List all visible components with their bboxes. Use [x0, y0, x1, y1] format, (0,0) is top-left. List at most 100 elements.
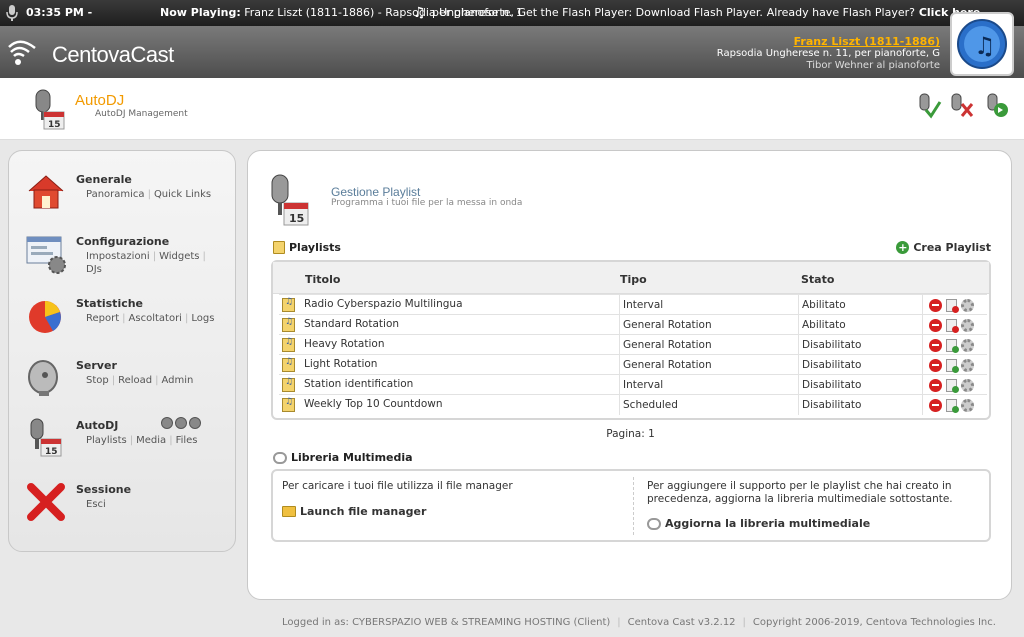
sidebar-link-esci[interactable]: Esci: [86, 499, 106, 510]
folder-icon: [282, 506, 296, 517]
enable-icon[interactable]: [946, 338, 959, 353]
centova-logo[interactable]: CentovaCast: [8, 38, 174, 72]
link-icon: [273, 451, 287, 464]
sidebar-link-panoramica[interactable]: Panoramica: [86, 189, 145, 200]
disable-icon[interactable]: [946, 318, 959, 333]
sidebar-link-playlists[interactable]: Playlists: [86, 435, 127, 446]
delete-icon[interactable]: [929, 338, 942, 352]
table-row: Light Rotation General Rotation Disabili…: [279, 354, 987, 375]
sidebar-link-logs[interactable]: Logs: [191, 313, 214, 324]
itunes-icon[interactable]: ♫: [950, 12, 1014, 76]
table-row: Radio Cyberspazio Multilingua Interval A…: [279, 294, 987, 315]
playlist-title[interactable]: Standard Rotation: [304, 318, 399, 330]
sidebar-section-name: Server: [76, 359, 117, 372]
red-x-icon: [27, 483, 65, 521]
now-playing-bar: 03:35 PM - Now Playing: Franz Liszt (181…: [0, 0, 1024, 26]
sidebar-section-name: Configurazione: [76, 235, 170, 248]
delete-icon[interactable]: [929, 298, 942, 312]
main-panel: 15 Gestione Playlist Programma i tuoi fi…: [247, 150, 1012, 600]
home-icon: [28, 175, 64, 209]
current-time: 03:35 PM -: [26, 6, 93, 19]
gear-icon[interactable]: [961, 298, 974, 312]
delete-icon[interactable]: [929, 378, 942, 392]
mic-cancel-icon[interactable]: [948, 92, 976, 120]
column-header-type[interactable]: Tipo: [620, 273, 647, 286]
playlist-title[interactable]: Radio Cyberspazio Multilingua: [304, 298, 463, 310]
table-row: Heavy Rotation General Rotation Disabili…: [279, 334, 987, 355]
link-icon: [647, 517, 661, 530]
sidebar: Generale Panoramica | Quick Links Configur…: [8, 150, 236, 552]
enable-icon[interactable]: [946, 378, 959, 393]
sidebar-link-admin[interactable]: Admin: [162, 375, 194, 386]
playlist-title[interactable]: Light Rotation: [304, 358, 377, 370]
enable-icon[interactable]: [946, 398, 959, 413]
sidebar-links: Esci: [86, 498, 226, 511]
mic-check-icon[interactable]: [914, 92, 942, 120]
playlist-type: Scheduled: [619, 395, 678, 415]
delete-icon[interactable]: [929, 358, 942, 372]
update-library-button[interactable]: Aggiorna la libreria multimediale: [647, 517, 870, 530]
svg-text:15: 15: [289, 212, 304, 225]
sidebar-link-widgets[interactable]: Widgets: [159, 251, 199, 262]
divider: [633, 477, 634, 535]
enable-icon[interactable]: [946, 358, 959, 373]
sidebar-link-quick-links[interactable]: Quick Links: [154, 189, 211, 200]
page-subtitle: Programma i tuoi file per la messa in on…: [331, 198, 523, 208]
column-header-status[interactable]: Stato: [801, 273, 834, 286]
sidebar-links: Report | Ascoltatori | Logs: [86, 313, 215, 324]
gear-icon[interactable]: [961, 378, 974, 392]
gear-icon[interactable]: [961, 318, 974, 332]
gear-icon[interactable]: [961, 398, 974, 412]
library-box: Per caricare i tuoi file utilizza il fil…: [271, 469, 991, 542]
playlist-file-icon: [282, 337, 295, 352]
stop-control-icon[interactable]: [175, 417, 187, 429]
broadcast-wave-icon: [8, 40, 36, 65]
sidebar-link-reload[interactable]: Reload: [118, 375, 152, 386]
sidebar-link-djs[interactable]: DJs: [86, 264, 102, 275]
library-header-label: Libreria Multimedia: [291, 451, 413, 464]
skip-control-icon[interactable]: [189, 417, 201, 429]
sidebar-section-name: AutoDJ: [76, 419, 119, 432]
playlist-title[interactable]: Station identification: [304, 378, 413, 390]
column-header-title[interactable]: Titolo: [305, 273, 340, 286]
sidebar-link-impostazioni[interactable]: Impostazioni: [86, 251, 150, 262]
row-actions: [922, 395, 987, 415]
gear-icon[interactable]: [961, 338, 974, 352]
sidebar-links: Playlists | Media | Files: [86, 435, 198, 446]
delete-icon[interactable]: [929, 398, 942, 412]
page-section-title: AutoDJ: [75, 92, 125, 109]
playlist-status: Disabilitato: [798, 355, 861, 375]
disable-icon[interactable]: [946, 298, 959, 313]
play-control-icon[interactable]: [161, 417, 173, 429]
pagination: Pagina: 1: [606, 428, 655, 440]
sidebar-links: Stop | Reload | Admin: [86, 375, 194, 386]
flash-notice[interactable]: per pianoforte, Get the Flash Player: Do…: [432, 6, 984, 19]
create-playlist-button[interactable]: + Crea Playlist: [896, 241, 991, 254]
playlist-file-icon: [282, 297, 295, 312]
sidebar-section-name: Generale: [76, 173, 132, 186]
playlist-type: General Rotation: [619, 335, 712, 355]
sidebar-section-name: Statistiche: [76, 297, 144, 310]
sidebar-links: Panoramica | Quick Links: [86, 189, 212, 200]
sidebar-link-stop[interactable]: Stop: [86, 375, 109, 386]
launch-file-manager-button[interactable]: Launch file manager: [282, 505, 426, 518]
gear-icon[interactable]: [961, 358, 974, 372]
mic-skip-icon[interactable]: [982, 92, 1010, 120]
playlist-page-icon: 15: [271, 174, 309, 226]
playlist-status: Abilitato: [798, 315, 846, 335]
satellite-dish-icon: [28, 360, 58, 396]
sidebar-link-ascoltatori[interactable]: Ascoltatori: [129, 313, 182, 324]
playlist-title[interactable]: Weekly Top 10 Countdown: [304, 398, 443, 410]
playlist-title[interactable]: Heavy Rotation: [304, 338, 384, 350]
playlists-header-label: Playlists: [289, 241, 341, 254]
table-row: Station identification Interval Disabili…: [279, 374, 987, 395]
sidebar-link-files[interactable]: Files: [176, 435, 198, 446]
sidebar-link-report[interactable]: Report: [86, 313, 119, 324]
microphone-icon: 15: [30, 418, 62, 457]
playlist-status: Disabilitato: [798, 395, 861, 415]
sidebar-link-media[interactable]: Media: [136, 435, 166, 446]
delete-icon[interactable]: [929, 318, 942, 332]
track-artist[interactable]: Franz Liszt (1811-1886): [717, 36, 940, 48]
svg-text:♫: ♫: [974, 32, 996, 60]
table-header: Titolo Tipo Stato: [273, 262, 989, 294]
